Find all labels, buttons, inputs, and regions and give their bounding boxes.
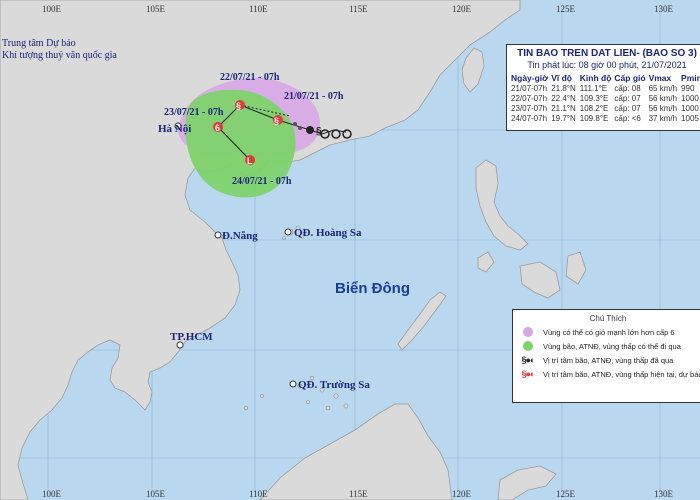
purple-dot-icon — [523, 327, 533, 337]
place-hcm: TP.HCM — [170, 331, 213, 343]
agency-line-1: Trung tâm Dự báo — [2, 38, 76, 49]
lon-label-top: 120E — [452, 4, 472, 14]
lon-label-top: 130E — [654, 4, 674, 14]
col-pmin: Pmin — [681, 73, 700, 83]
col-lon: Kinh độ — [579, 73, 612, 83]
legend-panel: Chú Thích Vùng có thể có gió mạnh lớn hơ… — [512, 309, 700, 403]
lon-label-top: 100E — [42, 4, 62, 14]
place-hanoi: Hà Nội — [158, 123, 191, 135]
col-wind-level: Cấp gió — [614, 73, 646, 83]
legend-item: Vùng bão, ATNĐ, vùng thấp có thể đi qua — [513, 339, 700, 353]
lon-label-bottom: 120E — [452, 489, 472, 499]
agency-line-2: Khí tượng thuỷ văn quốc gia — [2, 50, 117, 61]
table-row: 23/07-07h 21.1°N 108.2°E cấp: 07 56 km/h 1000 — [511, 104, 699, 113]
lon-label-top: 125E — [556, 4, 576, 14]
col-lat: Vĩ độ — [551, 73, 572, 83]
lon-label-bottom: 125E — [556, 489, 576, 499]
svg-text:§: § — [274, 116, 279, 126]
past-center-icon: §●◐ — [521, 355, 536, 365]
track-label: 21/07/21 - 07h — [284, 91, 344, 102]
track-label: 23/07/21 - 07h — [164, 107, 224, 118]
lon-label-top: 110E — [249, 4, 268, 14]
place-danang: Đ.Nẵng — [222, 230, 258, 242]
lon-label-bottom: 115E — [349, 489, 368, 499]
agency-name: Trung tâm Dự báo Khí tượng thuỷ văn quốc… — [2, 38, 117, 62]
legend-item: §●◐ Vị trí tâm bão, ATNĐ, vùng thấp đã q… — [521, 355, 674, 365]
track-label: 22/07/21 - 07h — [220, 72, 280, 83]
table-row: 24/07-07h 19.7°N 109.8°E cấp: <6 37 km/h 1005 — [511, 114, 699, 123]
storm-bulletin-panel: TIN BAO TREN DAT LIEN- (BAO SO 3) Tin ph… — [506, 44, 700, 131]
table-row: 21/07-07h 21.8°N 111.1°E cấp: 08 65 km/h 990 — [511, 84, 695, 93]
sea-name-label: Biển Đông — [335, 280, 410, 297]
svg-text:§: § — [236, 101, 241, 111]
place-hoangsa: QĐ. Hoàng Sa — [294, 227, 362, 239]
lon-label-bottom: 130E — [654, 489, 674, 499]
place-truongsa: QĐ. Trường Sa — [298, 379, 370, 391]
lon-label-top: 105E — [146, 4, 166, 14]
legend-item: Vùng có thể có gió mạnh lớn hơn cấp 6 — [513, 325, 700, 339]
col-datetime: Ngày-giờ — [511, 73, 549, 83]
svg-text:L: L — [247, 156, 253, 166]
table-row: 22/07-07h 22.4°N 109.3°E cấp: 07 56 km/h 1000 — [511, 94, 699, 103]
table-header-row: Ngày-giờ Vĩ độ Kinh độ Cấp gió Vmax Pmin — [511, 73, 700, 84]
lon-label-bottom: 105E — [146, 489, 166, 499]
lon-label-bottom: 110E — [249, 489, 268, 499]
lon-label-bottom: 100E — [42, 489, 62, 499]
green-dot-icon — [523, 341, 533, 351]
legend-item: §●◐ Vị trí tâm bão, ATNĐ, vùng thấp hiện… — [521, 369, 700, 379]
lon-label-top: 115E — [349, 4, 368, 14]
legend-title: Chú Thích — [589, 314, 627, 323]
bulletin-table: Ngày-giờ Vĩ độ Kinh độ Cấp gió Vmax Pmin… — [511, 73, 700, 124]
col-vmax: Vmax — [648, 73, 672, 83]
bulletin-issued-time: Tin phát lúc: 08 giờ 00 phút, 21/07/2021 — [527, 60, 687, 70]
svg-text:6: 6 — [215, 123, 220, 133]
bulletin-title: TIN BAO TREN DAT LIEN- (BAO SO 3) — [517, 48, 697, 59]
track-label: 24/07/21 - 07h — [232, 176, 292, 187]
forecast-center-icon: §●◐ — [521, 369, 536, 379]
